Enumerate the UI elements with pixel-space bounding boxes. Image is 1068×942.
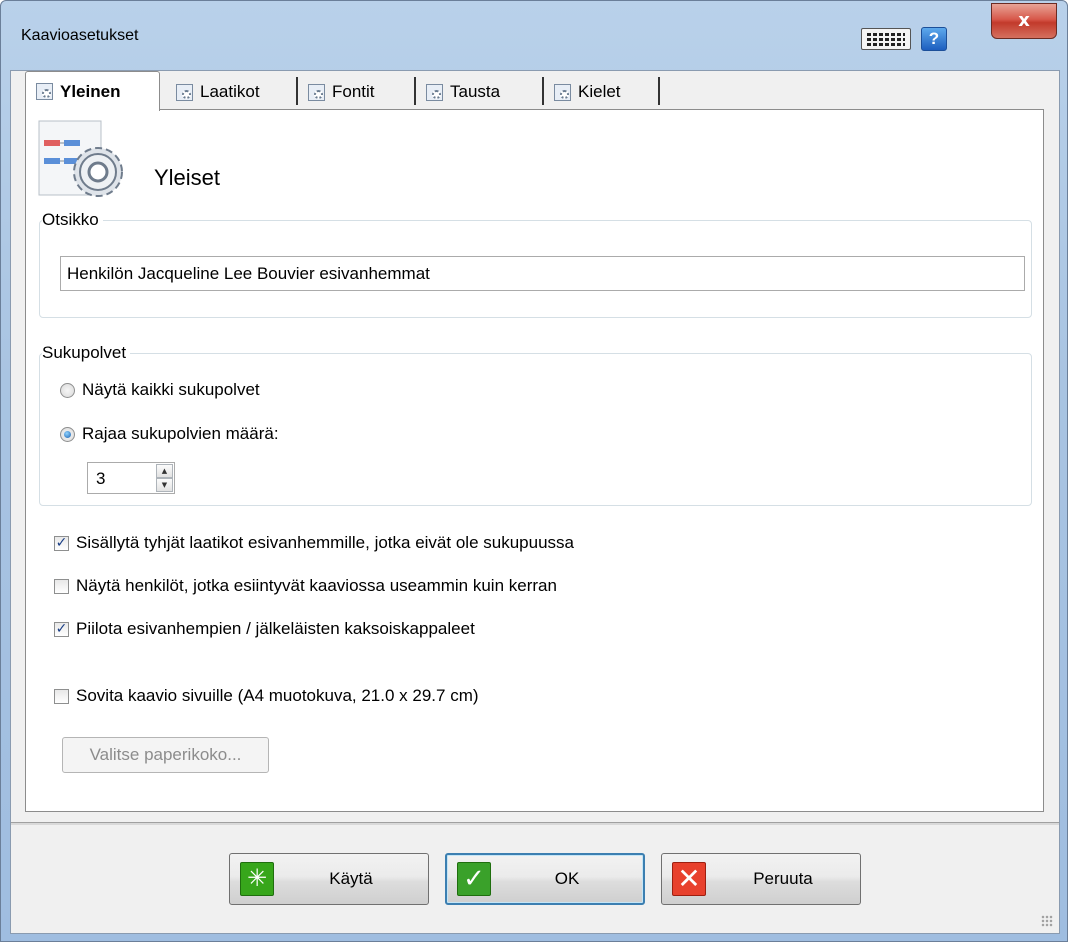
hide-duplicate-copies-checkbox[interactable]: ✓ Piilota esivanhempien / jälkeläisten k… (54, 619, 475, 639)
chart-settings-icon (38, 120, 123, 197)
ok-label: OK (554, 869, 580, 888)
settings-gear-icon (308, 83, 325, 101)
generations-group: Sukupolvet Näytä kaikki sukupolvet Rajaa… (39, 343, 1032, 506)
help-icon[interactable]: ? (921, 27, 947, 51)
apply-button[interactable]: ✳ Käytä (229, 853, 429, 905)
tab-label: Kielet (578, 82, 621, 101)
tab-kielet[interactable]: Kielet (544, 75, 660, 109)
checkbox-unchecked[interactable] (54, 688, 69, 704)
checkbox-label: Näytä henkilöt, jotka esiintyvät kaavios… (76, 576, 557, 595)
close-button[interactable]: x (991, 3, 1057, 39)
checkmark-icon: ✓ (457, 862, 491, 896)
tab-label: Yleinen (60, 81, 121, 101)
tab-yleinen[interactable]: Yleinen (25, 71, 160, 111)
footer-divider (11, 822, 1059, 825)
settings-gear-icon (554, 83, 571, 101)
show-duplicates-checkbox[interactable]: Näytä henkilöt, jotka esiintyvät kaavios… (54, 576, 557, 596)
title-bar[interactable]: Kaavioasetukset ? x (1, 1, 1067, 69)
checkbox-label: Sovita kaavio sivuille (A4 muotokuva, 21… (76, 686, 479, 705)
fit-to-pages-checkbox[interactable]: Sovita kaavio sivuille (A4 muotokuva, 21… (54, 686, 479, 706)
cancel-button[interactable]: ✕ Peruuta (661, 853, 861, 905)
radio-button[interactable] (60, 426, 75, 442)
checkbox-checked[interactable]: ✓ (54, 535, 69, 551)
radio-label: Näytä kaikki sukupolvet (82, 380, 260, 399)
cancel-label: Peruuta (753, 869, 813, 888)
window-title: Kaavioasetukset (21, 27, 139, 44)
tab-tausta[interactable]: Tausta (416, 75, 544, 109)
title-group: Otsikko (39, 210, 1032, 318)
resize-grip-icon[interactable] (1041, 915, 1053, 927)
chart-title-input[interactable] (60, 256, 1025, 291)
apply-label: Käytä (329, 869, 373, 888)
apply-icon: ✳ (240, 862, 274, 896)
tab-label: Fontit (332, 82, 375, 101)
tab-label: Tausta (450, 82, 501, 101)
radio-button[interactable] (60, 382, 75, 398)
limit-generations-radio[interactable]: Rajaa sukupolvien määrä: (60, 424, 279, 444)
cancel-x-icon: ✕ (672, 862, 706, 896)
ok-button[interactable]: ✓ OK (445, 853, 645, 905)
tab-separator (658, 77, 660, 105)
paper-size-button[interactable]: Valitse paperikoko... (62, 737, 269, 773)
keyboard-icon[interactable] (861, 28, 911, 50)
tab-label: Laatikot (200, 82, 260, 101)
decrement-icon[interactable]: ▼ (156, 478, 173, 492)
show-all-generations-radio[interactable]: Näytä kaikki sukupolvet (60, 380, 260, 400)
stepper-value[interactable]: 3 (96, 469, 105, 489)
checkbox-checked[interactable]: ✓ (54, 621, 69, 637)
checkbox-label: Piilota esivanhempien / jälkeläisten kak… (76, 619, 475, 638)
settings-gear-icon (426, 83, 443, 101)
settings-gear-icon (176, 83, 193, 101)
tab-strip: Yleinen Laatikot Fontit Tausta Kielet (11, 71, 1059, 111)
tab-laatikot[interactable]: Laatikot (166, 75, 298, 109)
page-title: Yleiset (154, 165, 221, 190)
checkbox-unchecked[interactable] (54, 578, 69, 594)
radio-label: Rajaa sukupolvien määrä: (82, 424, 279, 443)
dialog-window: Kaavioasetukset ? x Yleinen Laatikot Fon… (0, 0, 1068, 942)
increment-icon[interactable]: ▲ (156, 464, 173, 478)
general-panel: Yleiset Otsikko Sukupolvet Näytä kaikki … (25, 109, 1044, 812)
title-group-legend: Otsikko (42, 210, 103, 230)
settings-gear-icon (36, 83, 53, 100)
empty-boxes-checkbox[interactable]: ✓ Sisällytä tyhjät laatikot esivanhemmil… (54, 533, 574, 553)
checkbox-label: Sisällytä tyhjät laatikot esivanhemmille… (76, 533, 574, 552)
tab-fontit[interactable]: Fontit (298, 75, 416, 109)
generations-group-legend: Sukupolvet (42, 343, 131, 363)
generation-count-stepper[interactable]: 3 ▲ ▼ (87, 462, 175, 494)
dialog-client: Yleinen Laatikot Fontit Tausta Kielet Yl… (10, 70, 1060, 934)
